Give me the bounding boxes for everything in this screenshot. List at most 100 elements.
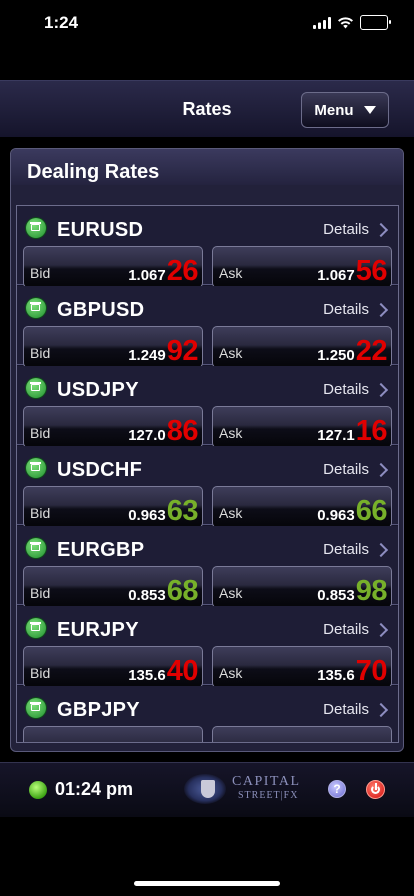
battery-icon (360, 15, 391, 30)
trade-icon[interactable] (26, 298, 46, 318)
details-link[interactable]: Details (323, 461, 389, 478)
bid-button[interactable]: Bid 1.067 26 (23, 246, 203, 288)
help-button[interactable]: ? (328, 780, 346, 798)
chevron-right-icon (373, 382, 389, 397)
capital-street-fx-logo: CAPITAL STREET|FX (180, 772, 301, 806)
wifi-icon (338, 16, 353, 28)
status-bar: 1:24 (0, 0, 414, 48)
details-label: Details (323, 701, 369, 718)
bid-price: 135.6 40 (128, 657, 198, 686)
chevron-right-icon (373, 542, 389, 557)
details-label: Details (323, 381, 369, 398)
details-link[interactable]: Details (323, 301, 389, 318)
trade-icon[interactable] (26, 698, 46, 718)
status-icons (313, 15, 391, 30)
ask-price: 0.853 98 (317, 577, 387, 606)
menu-button[interactable]: Menu (301, 92, 389, 128)
footer-bar: 01:24 pm CAPITAL STREET|FX ? (0, 762, 414, 817)
rate-card-gbpusd: GBPUSD Details Bid 1.249 92 Ask 1.250 22 (17, 286, 398, 368)
bid-button[interactable]: Bid 127.0 86 (23, 406, 203, 448)
bid-price: 0.963 63 (128, 497, 198, 526)
ask-button[interactable]: Ask 0.853 98 (212, 566, 392, 608)
details-label: Details (323, 221, 369, 238)
ask-price: 1.250 22 (317, 337, 387, 366)
bid-label: Bid (30, 425, 51, 441)
ask-button[interactable]: Ask 0.963 66 (212, 486, 392, 528)
ask-label: Ask (219, 665, 243, 681)
bid-price-prefix: 135.6 (128, 667, 166, 684)
bid-label: Bid (30, 665, 51, 681)
bid-price: 127.0 86 (128, 417, 198, 446)
details-label: Details (323, 621, 369, 638)
ask-button[interactable]: Ask 1.250 22 (212, 326, 392, 368)
panel-title: Dealing Rates (27, 161, 160, 183)
chevron-right-icon (373, 622, 389, 637)
ask-price-prefix: 0.853 (317, 587, 355, 604)
details-link[interactable]: Details (323, 541, 389, 558)
bid-price-prefix: 0.963 (128, 507, 166, 524)
chevron-right-icon (373, 462, 389, 477)
bid-button[interactable]: Bid 0.853 68 (23, 566, 203, 608)
ask-button[interactable]: Ask 1.067 56 (212, 246, 392, 288)
ask-button[interactable]: Ask 135.6 70 (212, 646, 392, 688)
details-link[interactable]: Details (323, 621, 389, 638)
bid-label: Bid (30, 585, 51, 601)
rate-card-eurgbp: EURGBP Details Bid 0.853 68 Ask 0.853 98 (17, 526, 398, 608)
ask-label: Ask (219, 505, 243, 521)
bid-pips: 40 (166, 655, 199, 687)
trade-icon[interactable] (26, 618, 46, 638)
rate-card-gbpjpy: GBPJPY Details (17, 686, 398, 742)
bid-pips: 92 (166, 335, 199, 367)
bid-label: Bid (30, 265, 51, 281)
pair-name: EURGBP (57, 539, 145, 561)
details-label: Details (323, 541, 369, 558)
trade-icon[interactable] (26, 538, 46, 558)
rates-list[interactable]: EURUSD Details Bid 1.067 26 Ask 1.067 56 (16, 205, 399, 743)
home-indicator[interactable] (134, 881, 280, 886)
brand-name-top: CAPITAL (232, 774, 301, 789)
ask-pips: 22 (355, 335, 388, 367)
bid-price: 1.249 92 (128, 337, 198, 366)
ask-button[interactable] (212, 726, 392, 742)
ask-price: 135.6 70 (317, 657, 387, 686)
pair-name: USDJPY (57, 379, 139, 401)
ask-price: 0.963 66 (317, 497, 387, 526)
details-link[interactable]: Details (323, 701, 389, 718)
ask-pips: 70 (355, 655, 388, 687)
trade-icon[interactable] (26, 458, 46, 478)
ask-pips: 98 (355, 575, 388, 607)
brand-emblem-icon (184, 774, 226, 804)
trade-icon[interactable] (26, 218, 46, 238)
details-label: Details (323, 301, 369, 318)
pair-name: USDCHF (57, 459, 143, 481)
ask-price: 1.067 56 (317, 257, 387, 286)
connection-status-icon (29, 781, 47, 799)
ask-pips: 56 (355, 255, 388, 287)
details-link[interactable]: Details (323, 381, 389, 398)
power-button[interactable] (366, 780, 385, 799)
ask-price-prefix: 1.067 (317, 267, 355, 284)
ask-price-prefix: 1.250 (317, 347, 355, 364)
ask-price: 127.1 16 (317, 417, 387, 446)
bid-button[interactable]: Bid 1.249 92 (23, 326, 203, 368)
details-link[interactable]: Details (323, 221, 389, 238)
ask-button[interactable]: Ask 127.1 16 (212, 406, 392, 448)
ask-price-prefix: 0.963 (317, 507, 355, 524)
bid-price-prefix: 0.853 (128, 587, 166, 604)
rate-card-eurjpy: EURJPY Details Bid 135.6 40 Ask 135.6 70 (17, 606, 398, 688)
bid-label: Bid (30, 345, 51, 361)
panel-header: Dealing Rates (11, 149, 403, 185)
ask-pips: 16 (355, 415, 388, 447)
bid-pips: 86 (166, 415, 199, 447)
dealing-rates-panel: Dealing Rates EURUSD Details Bid 1.067 2… (10, 148, 404, 752)
pair-name: EURJPY (57, 619, 139, 641)
bid-pips: 63 (166, 495, 199, 527)
bid-button[interactable]: Bid 135.6 40 (23, 646, 203, 688)
bid-button[interactable] (23, 726, 203, 742)
rate-card-usdjpy: USDJPY Details Bid 127.0 86 Ask 127.1 16 (17, 366, 398, 448)
pair-name: GBPJPY (57, 699, 140, 721)
bid-button[interactable]: Bid 0.963 63 (23, 486, 203, 528)
trade-icon[interactable] (26, 378, 46, 398)
pair-name: EURUSD (57, 219, 144, 241)
bid-price: 1.067 26 (128, 257, 198, 286)
